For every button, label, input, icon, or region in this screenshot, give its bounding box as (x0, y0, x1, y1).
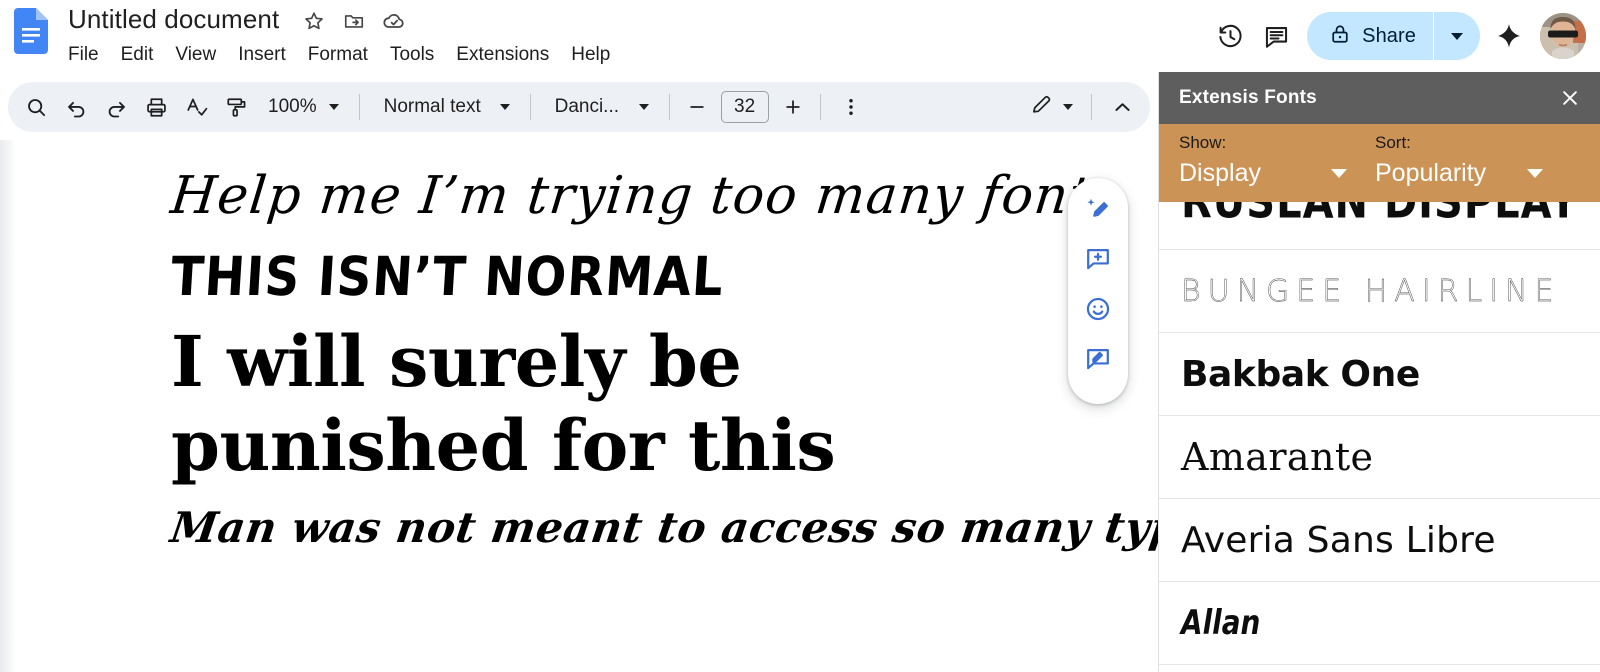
share-button[interactable]: Share (1307, 12, 1480, 60)
chevron-down-icon[interactable] (1434, 12, 1480, 60)
document-page[interactable]: Help me I’m trying too many fonts THIS I… (16, 140, 1158, 672)
zoom-control[interactable]: 100% (256, 89, 349, 125)
menu-bar: File Edit View Insert Format Tools Exten… (68, 40, 621, 70)
redo-icon[interactable] (96, 87, 136, 127)
star-icon[interactable] (302, 9, 326, 33)
left-gutter (0, 140, 16, 672)
menu-edit[interactable]: Edit (110, 40, 165, 70)
toolbar-divider (669, 94, 670, 120)
document-text-body[interactable]: Help me I’m trying too many fonts THIS I… (171, 158, 1111, 568)
menu-view[interactable]: View (164, 40, 227, 70)
paint-format-icon[interactable] (216, 87, 256, 127)
extensis-fonts-panel: Extensis Fonts Show: Display Sort: Popul… (1158, 72, 1600, 672)
font-family-dropdown[interactable]: Danci... (541, 89, 659, 125)
menu-help[interactable]: Help (560, 40, 621, 70)
google-docs-window: Untitled document File (0, 0, 1600, 672)
suggest-edit-icon[interactable] (1075, 336, 1121, 382)
show-filter-group: Show: Display (1179, 130, 1375, 202)
font-name: Bakbak One (1181, 354, 1420, 395)
list-item[interactable]: Averia Sans Libre (1159, 499, 1600, 582)
panel-filter-bar: Show: Display Sort: Popularity (1159, 124, 1600, 202)
chevron-down-icon (1063, 104, 1073, 110)
chevron-down-icon (1331, 169, 1347, 178)
editing-mode-pencil-icon (1030, 93, 1053, 121)
menu-extensions[interactable]: Extensions (445, 40, 560, 70)
sort-filter-value: Popularity (1375, 156, 1486, 190)
document-canvas: Help me I’m trying too many fonts THIS I… (0, 140, 1158, 672)
chevron-down-icon (639, 104, 649, 110)
chevron-down-icon (329, 104, 339, 110)
toolbar-divider (359, 94, 360, 120)
font-name: Averia Sans Libre (1181, 520, 1496, 561)
move-to-folder-icon[interactable] (342, 9, 366, 33)
document-line-5[interactable]: Man was not meant to access so many type… (165, 488, 1116, 568)
chevron-down-icon (500, 104, 510, 110)
show-filter-label: Show: (1179, 130, 1375, 156)
version-history-icon[interactable] (1207, 13, 1253, 59)
spellcheck-icon[interactable] (176, 87, 216, 127)
font-size-input[interactable]: 32 (721, 91, 769, 123)
gemini-sparkle-icon[interactable] (1486, 13, 1532, 59)
ai-magic-pencil-icon[interactable] (1075, 186, 1121, 232)
list-item[interactable]: Bakbak One (1159, 333, 1600, 416)
sort-filter-dropdown[interactable]: Popularity (1375, 156, 1547, 190)
font-list[interactable]: RUSLAN DISPLAY BUNGEE HAIRLINE Bakbak On… (1159, 190, 1600, 672)
collapse-toolbar-button[interactable] (1102, 87, 1142, 127)
font-name: Allan (1181, 603, 1260, 643)
add-comment-icon[interactable] (1075, 236, 1121, 282)
paragraph-style-dropdown[interactable]: Normal text (370, 89, 520, 125)
list-item[interactable]: Allan (1159, 582, 1600, 665)
formatting-toolbar: 100% Normal text Danci... 32 (8, 82, 1150, 132)
document-line-2[interactable]: THIS ISN’T NORMAL (168, 229, 1114, 325)
sort-filter-label: Sort: (1375, 130, 1571, 156)
zoom-value: 100% (268, 96, 317, 118)
font-name: BUNGEE HAIRLINE (1181, 274, 1560, 309)
toolbar-divider (530, 94, 531, 120)
font-size-stepper: 32 (680, 90, 810, 124)
avatar[interactable] (1540, 13, 1586, 59)
more-vertical-icon[interactable] (831, 87, 871, 127)
menu-format[interactable]: Format (297, 40, 379, 70)
top-bar: Untitled document File (0, 0, 1600, 72)
panel-header: Extensis Fonts (1159, 72, 1600, 124)
toolbar-divider (820, 94, 821, 120)
document-line-4[interactable]: punished for this (171, 404, 1111, 488)
share-button-main[interactable]: Share (1307, 12, 1433, 60)
menu-insert[interactable]: Insert (227, 40, 297, 70)
floating-action-rail (1068, 178, 1128, 404)
menu-tools[interactable]: Tools (379, 40, 445, 70)
chevron-down-icon (1527, 169, 1543, 178)
toolbar-divider (1091, 94, 1092, 120)
decrease-font-size-button[interactable] (680, 90, 714, 124)
share-label: Share (1362, 25, 1416, 48)
increase-font-size-button[interactable] (776, 90, 810, 124)
cloud-saved-icon[interactable] (382, 9, 406, 33)
show-filter-value: Display (1179, 156, 1261, 190)
search-icon[interactable] (16, 87, 56, 127)
list-item[interactable]: Amarante (1159, 416, 1600, 499)
undo-icon[interactable] (56, 87, 96, 127)
document-line-1[interactable]: Help me I’m trying too many fonts (167, 158, 1115, 234)
sort-filter-group: Sort: Popularity (1375, 130, 1571, 202)
top-right-actions: Share (1207, 0, 1586, 72)
font-name: Amarante (1181, 435, 1373, 479)
menu-file[interactable]: File (68, 40, 110, 70)
panel-title: Extensis Fonts (1179, 87, 1317, 109)
lock-icon (1329, 23, 1351, 50)
font-family-value: Danci... (555, 96, 619, 118)
close-icon[interactable] (1553, 81, 1587, 115)
emoji-reaction-icon[interactable] (1075, 286, 1121, 332)
document-line-3[interactable]: I will surely be (171, 320, 1111, 404)
title-action-icons (302, 9, 406, 33)
show-filter-dropdown[interactable]: Display (1179, 156, 1351, 190)
print-icon[interactable] (136, 87, 176, 127)
editing-mode-dropdown[interactable] (1022, 89, 1081, 125)
paragraph-style-value: Normal text (384, 96, 481, 118)
document-title[interactable]: Untitled document (68, 4, 279, 35)
list-item[interactable]: BUNGEE HAIRLINE (1159, 250, 1600, 333)
google-docs-icon[interactable] (14, 8, 48, 54)
comment-history-icon[interactable] (1253, 13, 1299, 59)
